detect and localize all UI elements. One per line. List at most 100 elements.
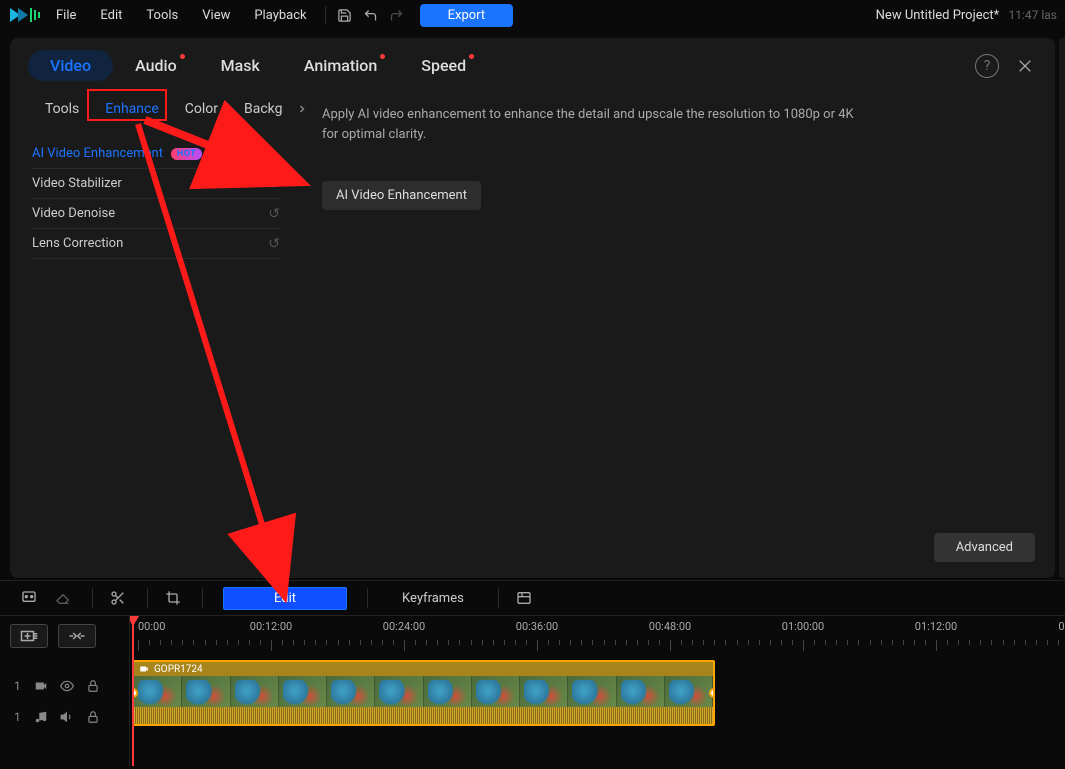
menu-tools[interactable]: Tools: [134, 8, 190, 23]
camera-icon: [138, 664, 150, 674]
ruler-label: 01:2: [1058, 620, 1065, 633]
ruler-label: 01:00:00: [782, 620, 824, 633]
project-time: 11:47 las: [1009, 8, 1058, 22]
ruler-label: 01:12:00: [915, 620, 957, 633]
ruler-label: 00:00: [138, 620, 165, 633]
reset-icon[interactable]: ↺: [268, 236, 280, 252]
panel-icon[interactable]: [509, 585, 539, 611]
subtab-enhance[interactable]: Enhance: [92, 93, 172, 125]
subtab-tools[interactable]: Tools: [32, 93, 92, 125]
clip-name: GOPR1724: [154, 664, 203, 675]
timeline: 1 1 00:00 00:12:00 00:24:00 00:36:00 00:48:0…: [0, 616, 1065, 766]
speaker-icon[interactable]: [58, 710, 76, 724]
tab-label: Video: [50, 56, 91, 75]
tab-video[interactable]: Video: [28, 50, 113, 81]
crop-icon[interactable]: [158, 585, 188, 611]
camera-icon[interactable]: [32, 679, 50, 693]
timeline-ruler[interactable]: 00:00 00:12:00 00:24:00 00:36:00 00:48:00 01:…: [130, 616, 1065, 656]
playhead[interactable]: [132, 620, 134, 766]
divider: [325, 6, 326, 24]
detail-panel: Apply AI video enhancement to enhance th…: [292, 89, 1055, 578]
divider: [92, 588, 93, 608]
tab-label: Animation: [304, 56, 377, 75]
divider: [498, 588, 499, 608]
menu-file[interactable]: File: [44, 8, 88, 23]
save-icon[interactable]: [332, 2, 358, 28]
video-track-header: 1: [0, 679, 129, 693]
timeline-tracks[interactable]: 00:00 00:12:00 00:24:00 00:36:00 00:48:00 01:…: [130, 616, 1065, 766]
track-number: 1: [14, 679, 24, 693]
lock-icon[interactable]: [84, 679, 102, 693]
marker-icon[interactable]: [14, 585, 44, 611]
ruler-label: 00:24:00: [383, 620, 425, 633]
tab-label: Mask: [221, 56, 260, 75]
tab-speed[interactable]: Speed: [399, 50, 488, 81]
menu-bar: File Edit Tools View Playback Export New…: [0, 0, 1065, 30]
primary-tabs: Video Audio Mask Animation Speed ?: [10, 38, 1055, 89]
reset-icon[interactable]: ↺: [268, 206, 280, 222]
redo-icon[interactable]: [384, 2, 410, 28]
clip-handle-right[interactable]: [709, 688, 715, 698]
project-name: New Untitled Project*: [876, 8, 1000, 23]
tab-label: Speed: [421, 56, 466, 75]
enhance-sidebar: Tools Enhance Color Backg AI Video Enhan…: [10, 89, 292, 578]
help-icon[interactable]: ?: [975, 54, 999, 78]
add-track-icon[interactable]: [10, 624, 48, 648]
tab-mask[interactable]: Mask: [199, 50, 282, 81]
divider: [147, 588, 148, 608]
audio-track-header: 1: [0, 710, 129, 724]
magnet-icon[interactable]: [58, 624, 96, 648]
enhance-stabilizer[interactable]: Video Stabilizer ↺: [32, 169, 280, 199]
app-logo: [8, 5, 40, 25]
scissors-icon[interactable]: [103, 585, 133, 611]
eraser-icon[interactable]: [48, 585, 78, 611]
reset-icon[interactable]: ↺: [268, 176, 280, 192]
clip-label: GOPR1724: [134, 662, 713, 676]
enhance-ai-video[interactable]: AI Video Enhancement HOT: [32, 139, 280, 169]
item-label: Video Stabilizer: [32, 176, 122, 191]
editor-panel: Video Audio Mask Animation Speed ? Tools…: [10, 38, 1055, 578]
tab-animation[interactable]: Animation: [282, 50, 399, 81]
project-title: New Untitled Project* 11:47 las: [876, 8, 1057, 23]
notification-dot: [380, 54, 385, 59]
item-label: Video Denoise: [32, 206, 115, 221]
keyframes-button[interactable]: Keyframes: [378, 591, 488, 606]
ruler-label: 00:48:00: [649, 620, 691, 633]
track-header: 1 1: [0, 616, 130, 766]
menu-playback[interactable]: Playback: [242, 8, 318, 23]
subtab-background[interactable]: Backg: [231, 93, 296, 125]
item-label: Lens Correction: [32, 236, 123, 251]
export-button[interactable]: Export: [420, 4, 514, 27]
subtab-color[interactable]: Color: [172, 93, 231, 125]
enhance-list: AI Video Enhancement HOT Video Stabilize…: [10, 125, 292, 259]
notification-dot: [469, 54, 474, 59]
enhance-lens-correction[interactable]: Lens Correction ↺: [32, 229, 280, 259]
ruler-label: 00:12:00: [250, 620, 292, 633]
divider: [202, 588, 203, 608]
tab-label: Audio: [135, 56, 177, 75]
advanced-button[interactable]: Advanced: [934, 533, 1035, 562]
eye-icon[interactable]: [58, 679, 76, 693]
enhance-description: Apply AI video enhancement to enhance th…: [322, 105, 862, 144]
item-label: AI Video Enhancement: [32, 146, 163, 161]
track-number: 1: [14, 710, 24, 724]
ruler-label: 00:36:00: [516, 620, 558, 633]
preview-panel-edge: [1059, 38, 1065, 578]
music-icon[interactable]: [32, 710, 50, 724]
close-icon[interactable]: [1013, 54, 1037, 78]
clip-row: GOPR1724: [130, 660, 1065, 730]
menu-view[interactable]: View: [190, 8, 242, 23]
menu-edit[interactable]: Edit: [88, 8, 134, 23]
enhance-denoise[interactable]: Video Denoise ↺: [32, 199, 280, 229]
lock-icon[interactable]: [84, 710, 102, 724]
ai-video-enhancement-button[interactable]: AI Video Enhancement: [322, 181, 481, 210]
timeline-toolbar: Edit Keyframes: [0, 580, 1065, 616]
clip-waveform: [134, 707, 713, 724]
clip-thumbnails: [134, 676, 713, 711]
undo-icon[interactable]: [358, 2, 384, 28]
tab-audio[interactable]: Audio: [113, 50, 199, 81]
divider: [367, 588, 368, 608]
video-clip[interactable]: GOPR1724: [132, 660, 715, 726]
edit-button[interactable]: Edit: [223, 587, 347, 610]
sub-tabs: Tools Enhance Color Backg: [10, 89, 292, 125]
